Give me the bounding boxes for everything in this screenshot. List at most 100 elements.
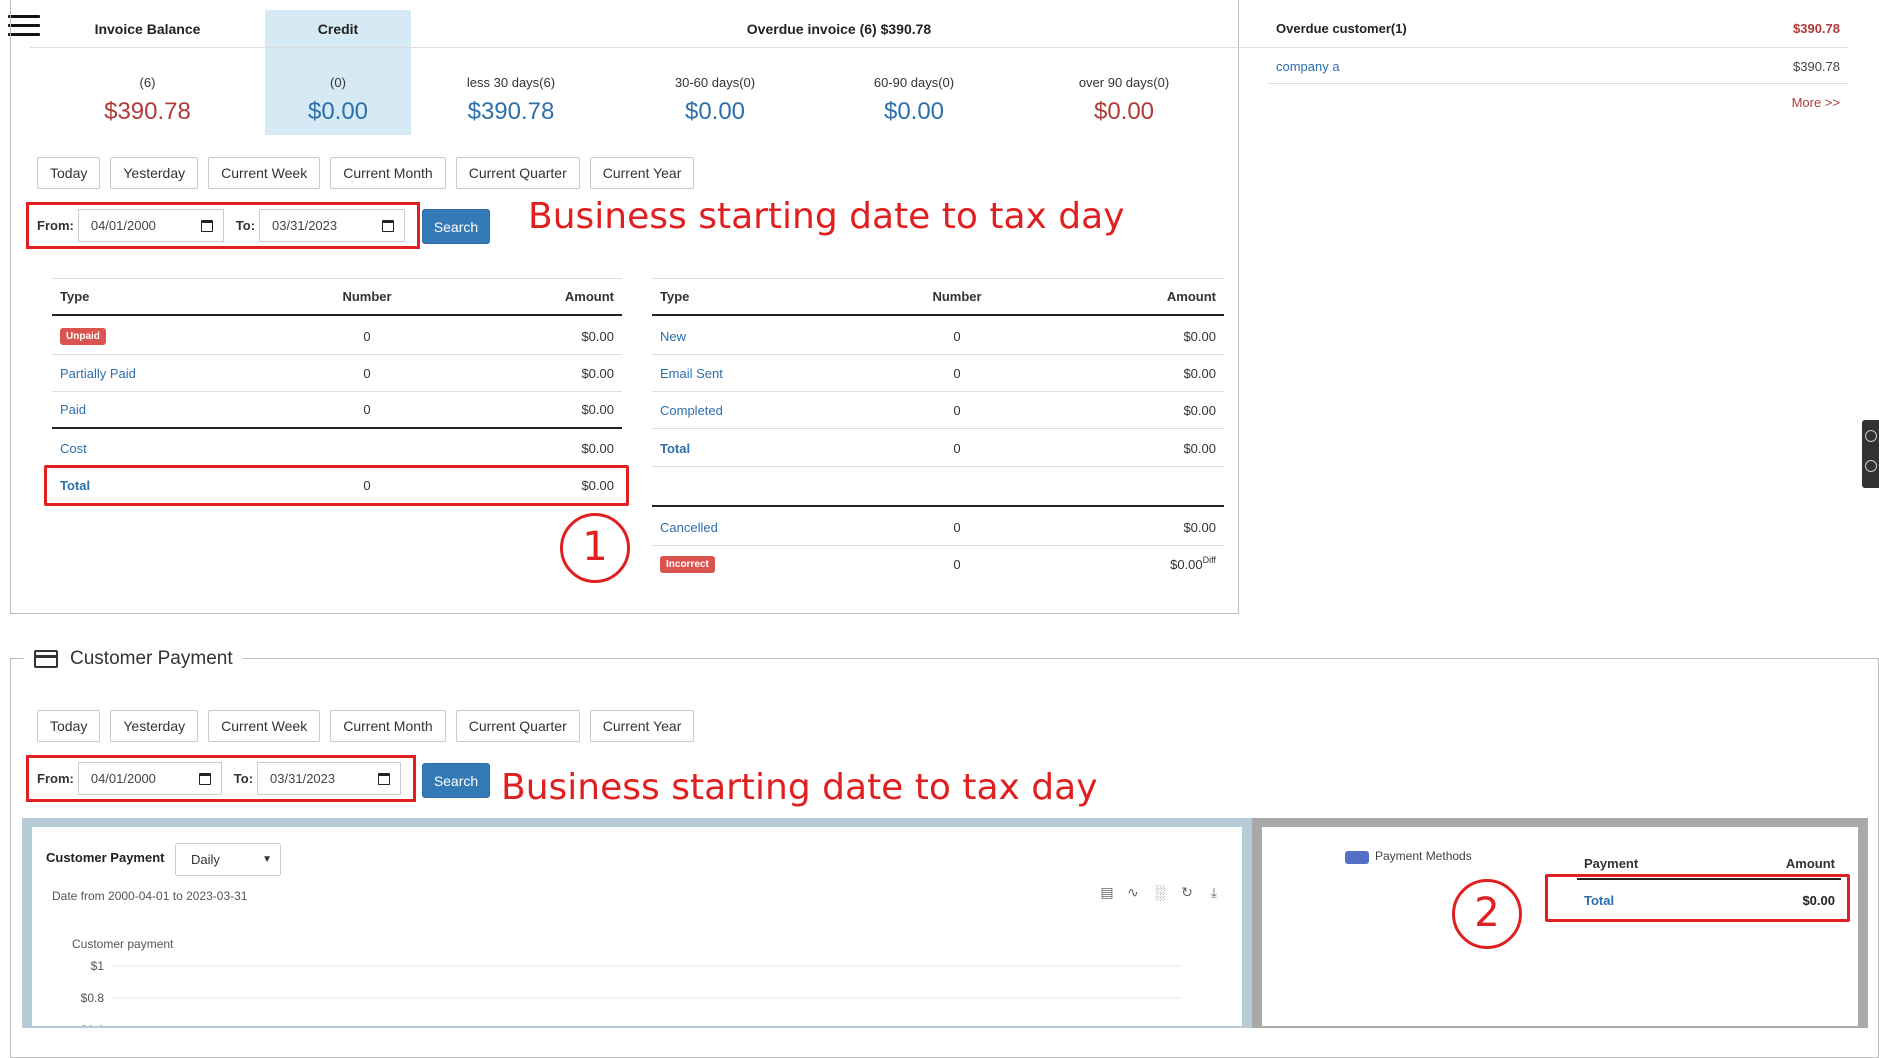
calendar-icon[interactable]: [378, 772, 390, 785]
overdue-customer-total: $390.78: [1793, 21, 1840, 36]
row-number: 0: [953, 402, 961, 418]
payment-methods-legend[interactable]: Payment Methods: [1375, 849, 1472, 863]
summary-amount: $0.00: [883, 98, 945, 125]
row-amount: $0.00: [1183, 519, 1216, 535]
download-icon[interactable]: ⤓: [1206, 884, 1222, 900]
partially-paid-link[interactable]: Partially Paid: [60, 355, 136, 391]
summary-count: (0): [330, 75, 346, 90]
to-date-input[interactable]: 03/31/2023: [259, 209, 405, 242]
scroll-down-icon[interactable]: [1865, 460, 1877, 472]
chart-panel-label: Customer Payment: [46, 850, 165, 865]
summary-col-over-90: over 90 days(0) $0.00: [1009, 48, 1239, 135]
number-header: Number: [932, 289, 982, 304]
table-row: Incorrect 0 $0.00 Diff: [652, 546, 1224, 583]
legend-swatch[interactable]: [1345, 851, 1369, 864]
interval-select[interactable]: Daily ▼: [175, 843, 281, 876]
row-amount: $0.00: [1183, 440, 1216, 456]
interval-select-value: Daily: [191, 852, 220, 867]
credit-card-icon: [34, 650, 58, 668]
row-amount: $0.00: [1183, 402, 1216, 418]
row-amount: $0.00: [581, 440, 614, 456]
credit-header: Credit: [265, 10, 411, 48]
bar-chart-icon[interactable]: ░: [1152, 884, 1168, 900]
row-number: 0: [363, 328, 371, 344]
summary-amount: $390.78: [467, 98, 555, 125]
from-date-value: 04/01/2000: [90, 771, 156, 786]
more-link[interactable]: More >>: [1792, 95, 1840, 110]
overdue-customer-title: Overdue customer(1): [1276, 21, 1407, 36]
to-label: To:: [235, 218, 256, 233]
yesterday-button[interactable]: Yesterday: [110, 157, 199, 189]
row-number: 0: [363, 402, 371, 417]
customer-link[interactable]: company a: [1276, 59, 1340, 74]
row-number: 0: [953, 365, 961, 381]
payment-period-buttons: Today Yesterday Current Week Current Mon…: [37, 710, 695, 742]
cancelled-link[interactable]: Cancelled: [660, 509, 718, 545]
yesterday-button[interactable]: Yesterday: [110, 710, 199, 742]
overdue-customer-row: company a $390.78: [1268, 48, 1848, 84]
from-label: From:: [37, 218, 74, 233]
invoice-balance-header: Invoice Balance: [30, 10, 265, 48]
incorrect-badge[interactable]: Incorrect: [660, 556, 715, 573]
current-year-button[interactable]: Current Year: [589, 157, 695, 189]
current-quarter-button[interactable]: Current Quarter: [455, 710, 580, 742]
row-amount: $0.00: [581, 328, 614, 344]
refresh-icon[interactable]: ↻: [1179, 884, 1195, 900]
today-button[interactable]: Today: [37, 710, 101, 742]
from-date-input[interactable]: 04/01/2000: [77, 209, 224, 242]
current-year-button[interactable]: Current Year: [589, 710, 695, 742]
table-row: Completed 0 $0.00: [652, 392, 1224, 429]
new-link[interactable]: New: [660, 318, 686, 354]
summary-col-30-60: 30-60 days(0) $0.00: [611, 48, 819, 135]
calendar-icon[interactable]: [200, 219, 213, 232]
summary-col-less-30: less 30 days(6) $390.78: [411, 48, 611, 135]
payment-date-range-form: From: 04/01/2000 To: 03/31/2023: [26, 755, 416, 802]
paid-link[interactable]: Paid: [60, 392, 86, 427]
summary-col-60-90: 60-90 days(0) $0.00: [819, 48, 1009, 135]
summary-amount: $0.00: [1093, 98, 1155, 125]
overdue-customer-header: Overdue customer(1) $390.78: [1268, 10, 1848, 48]
amount-header: Amount: [1166, 289, 1216, 304]
summary-count: over 90 days(0): [1078, 75, 1170, 90]
invoice-summary: Invoice Balance Credit Overdue invoice (…: [30, 10, 1267, 135]
annotation-marker-1: 1: [560, 513, 630, 583]
row-number: 0: [953, 440, 961, 456]
overdue-invoice-header[interactable]: Overdue invoice (6) $390.78: [411, 10, 1267, 48]
current-quarter-button[interactable]: Current Quarter: [455, 157, 580, 189]
invoice-date-range-form: From: 04/01/2000 To: 03/31/2023: [26, 202, 420, 249]
summary-count: 30-60 days(0): [674, 75, 756, 90]
today-button[interactable]: Today: [37, 157, 101, 189]
scroll-up-icon[interactable]: [1865, 430, 1877, 442]
current-month-button[interactable]: Current Month: [330, 710, 446, 742]
highlight-box: [44, 465, 629, 506]
line-chart-icon[interactable]: ∿: [1125, 884, 1141, 900]
email-sent-link[interactable]: Email Sent: [660, 355, 723, 391]
calendar-icon[interactable]: [382, 219, 394, 232]
summary-count: (6): [139, 75, 156, 90]
current-week-button[interactable]: Current Week: [208, 710, 321, 742]
to-date-input[interactable]: 03/31/2023: [257, 762, 401, 795]
scroll-widget[interactable]: [1862, 420, 1879, 488]
table-row: Unpaid 0 $0.00: [52, 318, 622, 355]
from-label: From:: [37, 771, 74, 786]
current-week-button[interactable]: Current Week: [208, 157, 321, 189]
payment-search-button[interactable]: Search: [422, 763, 490, 798]
to-date-value: 03/31/2023: [270, 771, 336, 786]
data-view-icon[interactable]: ▤: [1099, 884, 1115, 900]
type-header: Type: [60, 289, 90, 304]
summary-amount: $0.00: [307, 98, 369, 125]
chart-date-range: Date from 2000-04-01 to 2023-03-31: [52, 889, 248, 903]
invoice-search-button[interactable]: Search: [422, 209, 490, 244]
cost-link[interactable]: Cost: [60, 430, 87, 466]
completed-link[interactable]: Completed: [660, 392, 723, 428]
table-row: Email Sent 0 $0.00: [652, 355, 1224, 392]
from-date-value: 04/01/2000: [90, 218, 156, 233]
unpaid-badge[interactable]: Unpaid: [60, 327, 106, 345]
current-month-button[interactable]: Current Month: [330, 157, 446, 189]
annotation-marker-2: 2: [1452, 879, 1522, 949]
total-link[interactable]: Total: [660, 430, 690, 466]
from-date-input[interactable]: 04/01/2000: [77, 762, 222, 795]
diff-superscript: Diff: [1202, 555, 1216, 565]
row-amount: $0.00 Diff: [1170, 546, 1216, 583]
calendar-icon[interactable]: [198, 772, 211, 785]
